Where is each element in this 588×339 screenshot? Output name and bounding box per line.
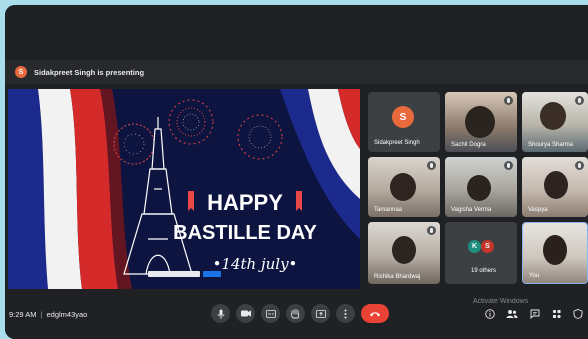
bastille-day-artwork: HAPPY BASTILLE DAY •14th july•	[8, 89, 360, 289]
camera-button[interactable]	[236, 304, 255, 323]
participant-name: Tamannaa	[374, 207, 403, 213]
info-icon	[485, 309, 495, 319]
current-time: 9:29 AM	[9, 310, 37, 319]
participant-tile-vagisha[interactable]: Vagisha Verma	[445, 157, 517, 217]
meeting-details: 9:29 AM | edglm43yao	[9, 310, 88, 319]
others-avatar-s: S	[481, 240, 494, 253]
camera-icon	[240, 310, 251, 317]
person-silhouette	[467, 175, 491, 201]
person-silhouette	[390, 173, 416, 201]
participant-tile-tamannaa[interactable]: Tamannaa	[368, 157, 440, 217]
presenting-bar: S Sidakpreet Singh is presenting	[5, 60, 588, 84]
captions-button[interactable]	[261, 304, 280, 323]
participant-name: Rishika Bhardwaj	[374, 274, 421, 280]
chat-button[interactable]	[529, 308, 541, 320]
participant-tile-vaspya[interactable]: Vaspya	[522, 157, 588, 217]
person-silhouette	[540, 102, 566, 130]
activities-button[interactable]	[551, 308, 563, 320]
mic-button[interactable]	[211, 304, 230, 323]
participant-tile-sachit[interactable]: Sachit Dogra	[445, 92, 517, 152]
muted-mic-icon	[504, 96, 513, 105]
person-silhouette	[465, 106, 495, 138]
participant-tile-rishika[interactable]: Rishika Bhardwaj	[368, 222, 440, 284]
activities-icon	[552, 309, 561, 319]
more-options-button[interactable]	[336, 304, 355, 323]
muted-mic-icon	[504, 161, 513, 170]
end-call-icon	[370, 311, 380, 316]
participant-tile-you[interactable]: You ⋯	[522, 222, 588, 284]
participant-tile-others[interactable]: K S 19 others	[445, 222, 517, 284]
present-icon	[315, 309, 326, 318]
raise-hand-icon	[291, 308, 300, 318]
present-button[interactable]	[311, 304, 330, 323]
person-silhouette	[543, 235, 567, 265]
person-silhouette	[392, 236, 416, 264]
muted-mic-icon	[427, 161, 436, 170]
presenter-avatar: S	[15, 66, 27, 78]
others-avatar-k: K	[468, 240, 481, 253]
participant-tile-shourya[interactable]: Shourya Sharma	[522, 92, 588, 152]
people-icon	[506, 310, 518, 318]
meeting-code: edglm43yao	[46, 310, 88, 319]
participant-name: Vaspya	[528, 207, 548, 213]
chat-icon	[530, 309, 540, 319]
slide-date: •14th july•	[213, 255, 298, 273]
slide-title-happy: HAPPY	[207, 190, 283, 215]
slide-title-bastille: BASTILLE DAY	[173, 222, 317, 244]
muted-mic-icon	[427, 226, 436, 235]
info-button[interactable]	[484, 308, 496, 320]
presenting-label: Sidakpreet Singh is presenting	[34, 67, 145, 77]
raise-hand-button[interactable]	[286, 304, 305, 323]
activate-windows-watermark: Activate Windows	[473, 298, 529, 305]
mic-icon	[217, 309, 224, 319]
participant-avatar: S	[392, 106, 414, 128]
shield-icon	[573, 309, 583, 319]
participant-name: You	[529, 273, 540, 279]
participant-name: Sachit Dogra	[451, 142, 486, 148]
more-options-icon	[344, 309, 347, 318]
people-button[interactable]	[506, 308, 518, 320]
participant-name: Shourya Sharma	[528, 142, 574, 148]
host-controls-button[interactable]	[572, 308, 584, 320]
person-silhouette	[544, 171, 568, 199]
muted-mic-icon	[575, 161, 584, 170]
participant-tile-sidakpreet[interactable]: S Sidakpreet Singh	[368, 92, 440, 152]
meet-window: S Sidakpreet Singh is presenting HAPPY B…	[5, 5, 588, 339]
bottom-bar: 9:29 AM | edglm43yao Activate Windows	[5, 295, 588, 339]
participant-name: Sidakpreet Singh	[374, 140, 420, 146]
presentation-slide[interactable]: HAPPY BASTILLE DAY •14th july•	[8, 89, 360, 289]
end-call-button[interactable]	[361, 304, 389, 323]
captions-icon	[265, 309, 276, 318]
muted-mic-icon	[575, 96, 584, 105]
more-options-icon[interactable]: ⋯	[575, 226, 583, 235]
top-bar	[5, 5, 588, 55]
participant-name: Vagisha Verma	[451, 207, 492, 213]
others-count: 19 others	[471, 268, 497, 274]
